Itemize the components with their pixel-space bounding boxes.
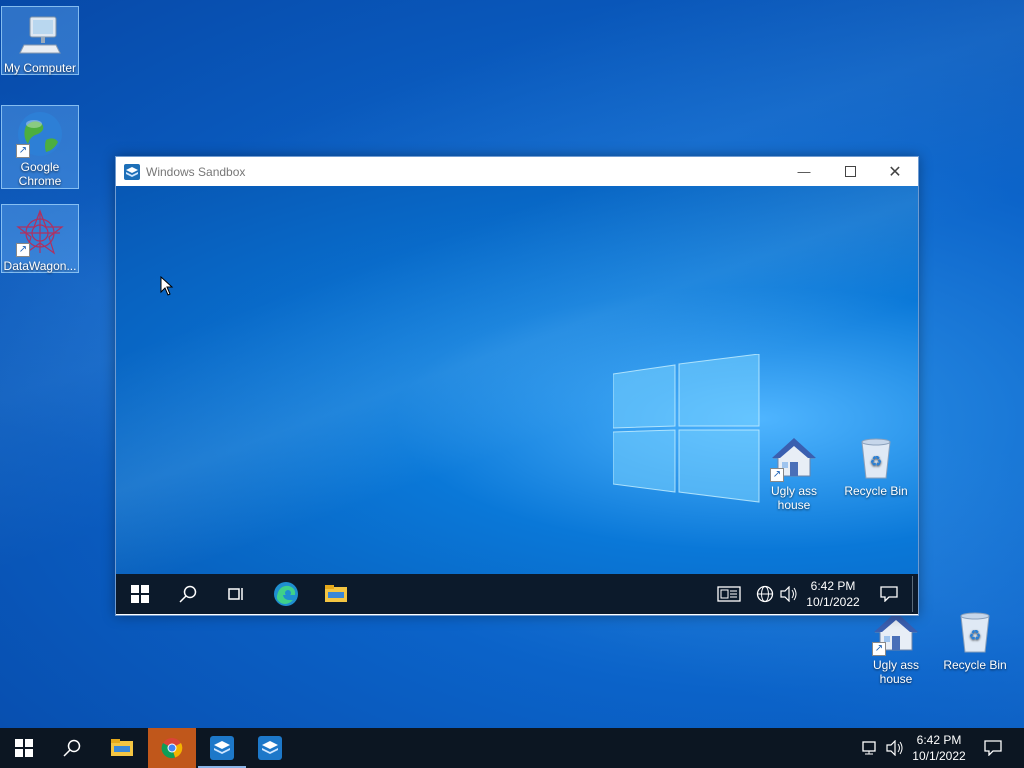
windows-sandbox-button[interactable] bbox=[198, 728, 246, 768]
chrome-icon bbox=[161, 738, 183, 759]
maximize-icon bbox=[844, 166, 856, 177]
network-icon[interactable] bbox=[858, 728, 884, 768]
task-view-icon bbox=[228, 588, 243, 600]
house-icon: ↗ bbox=[770, 434, 818, 482]
taskbar: 6:42 PM 10/1/2022 bbox=[0, 728, 1024, 768]
search-button[interactable] bbox=[48, 728, 96, 768]
shortcut-arrow-icon: ↗ bbox=[872, 642, 886, 656]
sandbox-app-icon bbox=[124, 163, 140, 180]
desktop-icon-recycle-bin[interactable]: ♻ Recycle Bin bbox=[937, 604, 1013, 672]
clock-date: 10/1/2022 bbox=[912, 749, 966, 763]
folder-icon bbox=[111, 739, 133, 756]
windows-sandbox-button-2[interactable] bbox=[246, 728, 294, 768]
edge-icon bbox=[274, 582, 298, 606]
wallpaper-light-ray bbox=[116, 186, 918, 574]
sandbox-news-icon[interactable] bbox=[712, 574, 746, 614]
file-explorer-button[interactable] bbox=[98, 728, 146, 768]
sandbox-task-view-button[interactable] bbox=[212, 574, 260, 614]
shortcut-arrow-icon: ↗ bbox=[16, 144, 30, 158]
desktop-icon-google-chrome[interactable]: ↗ Google Chrome bbox=[1, 105, 79, 189]
desktop-icon-ugly-ass-house[interactable]: ↗ Ugly ass house bbox=[858, 604, 934, 686]
recycle-bin-icon: ♻ bbox=[951, 608, 999, 656]
windows-sandbox-window[interactable]: Windows Sandbox — ✕ ↗ Ugly ass house ♻ R… bbox=[115, 156, 919, 616]
desktop-icon-label: Recycle Bin bbox=[943, 658, 1007, 672]
window-titlebar[interactable]: Windows Sandbox — ✕ bbox=[116, 157, 918, 186]
sandbox-edge-button[interactable] bbox=[262, 574, 310, 614]
notifications-button[interactable] bbox=[976, 728, 1010, 768]
close-icon: ✕ bbox=[888, 163, 902, 181]
globe-icon: ↗ bbox=[16, 110, 64, 158]
computer-icon bbox=[16, 11, 64, 59]
sandbox-clock-time: 6:42 PM bbox=[810, 579, 856, 593]
windows-start-icon bbox=[131, 585, 149, 603]
sandbox-start-button[interactable] bbox=[116, 574, 164, 614]
notification-icon bbox=[880, 586, 898, 602]
desktop-icon-my-computer[interactable]: My Computer bbox=[1, 6, 79, 75]
sandbox-file-explorer-button[interactable] bbox=[312, 574, 360, 614]
sandbox-show-desktop[interactable] bbox=[912, 576, 913, 612]
search-icon bbox=[179, 585, 197, 603]
windows-start-icon bbox=[15, 739, 33, 757]
window-title: Windows Sandbox bbox=[146, 164, 246, 179]
sandbox-desktop[interactable]: ↗ Ugly ass house ♻ Recycle Bin bbox=[116, 186, 918, 574]
start-button[interactable] bbox=[0, 728, 48, 768]
desktop-icon-label: Ugly ass house bbox=[770, 484, 817, 512]
minimize-button[interactable]: — bbox=[781, 157, 827, 186]
shortcut-arrow-icon: ↗ bbox=[16, 243, 30, 257]
taskbar-clock[interactable]: 6:42 PM 10/1/2022 bbox=[908, 728, 970, 768]
sandbox-taskbar: 6:42 PM 10/1/2022 bbox=[116, 574, 918, 614]
maximize-button[interactable] bbox=[827, 157, 873, 186]
svg-text:♻: ♻ bbox=[969, 628, 982, 644]
sandbox-network-globe-icon[interactable] bbox=[752, 574, 778, 614]
sandbox-icon-ugly-ass-house[interactable]: ↗ Ugly ass house bbox=[756, 430, 832, 512]
search-icon bbox=[63, 739, 81, 757]
sandbox-app-icon bbox=[210, 736, 234, 760]
datawagon-icon: ↗ bbox=[16, 209, 64, 257]
recycle-bin-icon: ♻ bbox=[852, 434, 900, 482]
sandbox-clock[interactable]: 6:42 PM 10/1/2022 bbox=[802, 574, 864, 614]
sandbox-volume-icon[interactable] bbox=[778, 574, 800, 614]
show-desktop-button[interactable] bbox=[1018, 728, 1024, 768]
sandbox-app-icon bbox=[258, 736, 282, 760]
desktop-icon-label: Google Chrome bbox=[18, 160, 62, 188]
sandbox-notifications-button[interactable] bbox=[872, 574, 906, 614]
close-button[interactable]: ✕ bbox=[872, 157, 918, 186]
sandbox-clock-date: 10/1/2022 bbox=[806, 595, 860, 609]
volume-icon[interactable] bbox=[884, 728, 906, 768]
shortcut-arrow-icon: ↗ bbox=[770, 468, 784, 482]
sandbox-search-button[interactable] bbox=[164, 574, 212, 614]
chrome-button[interactable] bbox=[148, 728, 196, 768]
desktop-icon-label: My Computer bbox=[3, 61, 77, 75]
windows-logo-wallpaper-icon bbox=[613, 354, 761, 506]
desktop-icon-label: Recycle Bin bbox=[844, 484, 908, 498]
folder-icon bbox=[325, 585, 347, 602]
mouse-cursor-icon bbox=[160, 276, 174, 296]
sandbox-icon-recycle-bin[interactable]: ♻ Recycle Bin bbox=[838, 430, 914, 498]
desktop-icon-label: DataWagon... bbox=[3, 259, 77, 273]
svg-text:♻: ♻ bbox=[870, 454, 883, 470]
clock-time: 6:42 PM bbox=[916, 733, 962, 747]
desktop-icon-datawagon[interactable]: ↗ DataWagon... bbox=[1, 204, 79, 273]
minimize-icon: — bbox=[797, 164, 811, 179]
notification-icon bbox=[984, 740, 1002, 756]
desktop-icon-label: Ugly ass house bbox=[872, 658, 919, 686]
